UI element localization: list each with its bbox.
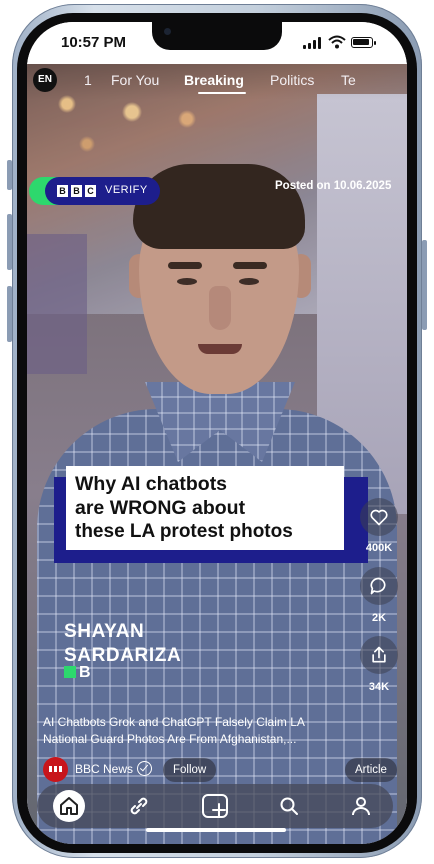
- nav-link[interactable]: [123, 790, 155, 822]
- presenter-suffix: B: [79, 664, 91, 681]
- tab-for-you[interactable]: For You: [111, 72, 159, 88]
- nav-profile[interactable]: [345, 790, 377, 822]
- tab-politics[interactable]: Politics: [270, 72, 314, 88]
- screen: 10:57 PM EN 1 For You Breaking Politics …: [27, 22, 407, 844]
- tab-tech[interactable]: Te: [341, 72, 356, 88]
- comment-button[interactable]: [360, 567, 398, 605]
- source-name[interactable]: BBC News: [75, 762, 133, 776]
- verified-check-icon: [137, 761, 152, 776]
- bbc-logo-letter: B: [71, 185, 82, 197]
- video-caption[interactable]: AI Chatbots Grok and ChatGPT Falsely Cla…: [43, 714, 343, 748]
- presenter-eye: [177, 278, 197, 285]
- nav-create[interactable]: [199, 790, 231, 822]
- headline-card: Why AI chatbots are WRONG about these LA…: [66, 466, 344, 550]
- tab-number[interactable]: 1: [84, 72, 92, 88]
- verify-label: VERIFY: [105, 184, 148, 196]
- bbc-news-avatar[interactable]: [43, 757, 68, 782]
- comment-icon: [370, 577, 386, 595]
- link-icon: [130, 797, 148, 815]
- green-square-icon: [64, 666, 76, 678]
- article-button[interactable]: Article: [345, 758, 397, 782]
- volume-down-button: [7, 286, 12, 342]
- bbc-logo-letter: B: [57, 185, 68, 197]
- presenter-mouth: [198, 344, 242, 354]
- home-indicator[interactable]: [146, 828, 286, 832]
- bbc-verify-badge: B B C VERIFY: [45, 177, 160, 205]
- headline-line: these LA protest photos: [75, 521, 293, 542]
- studio-glow: [27, 234, 87, 374]
- source-row: BBC News Follow Article: [43, 757, 397, 785]
- nav-home[interactable]: [53, 790, 85, 822]
- battery-icon: [351, 37, 376, 48]
- presenter-first-name: SHAYAN: [64, 621, 145, 642]
- home-icon: [60, 797, 78, 815]
- like-button[interactable]: [360, 498, 398, 536]
- profile-icon: [352, 797, 370, 816]
- status-bar: 10:57 PM: [27, 22, 407, 64]
- share-count: 34K: [368, 681, 390, 693]
- presenter-eye: [239, 278, 259, 285]
- heart-icon: [370, 509, 388, 526]
- tab-breaking[interactable]: Breaking: [184, 72, 244, 88]
- bottom-nav-bar: [37, 784, 393, 828]
- bbc-logo-letter: C: [85, 185, 96, 197]
- plus-icon: [202, 794, 228, 818]
- language-button[interactable]: EN: [33, 68, 57, 92]
- active-tab-indicator: [198, 92, 246, 94]
- front-camera: [164, 28, 171, 35]
- comment-count: 2K: [371, 612, 387, 624]
- presenter-brow: [233, 262, 267, 269]
- nav-search[interactable]: [273, 790, 305, 822]
- video-player[interactable]: EN 1 For You Breaking Politics Te B B C …: [27, 64, 407, 844]
- posted-date: Posted on 10.06.2025: [275, 180, 392, 192]
- presenter-name: SHAYAN SARDARIZA: [64, 620, 181, 668]
- share-icon: [372, 646, 386, 663]
- top-tab-bar: EN 1 For You Breaking Politics Te: [27, 64, 407, 100]
- mute-switch: [7, 160, 12, 190]
- signal-icon: [303, 37, 323, 49]
- status-time: 10:57 PM: [61, 34, 127, 51]
- presenter-brow: [168, 262, 202, 269]
- notch: [152, 22, 282, 50]
- follow-button[interactable]: Follow: [163, 758, 217, 782]
- search-icon: [280, 797, 298, 815]
- power-button: [422, 240, 427, 330]
- wifi-icon: [328, 35, 346, 49]
- presenter-nose: [209, 286, 231, 330]
- presenter-hair: [133, 164, 305, 249]
- like-count: 400K: [365, 542, 393, 554]
- presenter-tag: B: [64, 664, 91, 682]
- share-button[interactable]: [360, 636, 398, 674]
- volume-up-button: [7, 214, 12, 270]
- headline-line: Why AI chatbots: [75, 473, 228, 495]
- headline-line: are WRONG about: [75, 497, 246, 519]
